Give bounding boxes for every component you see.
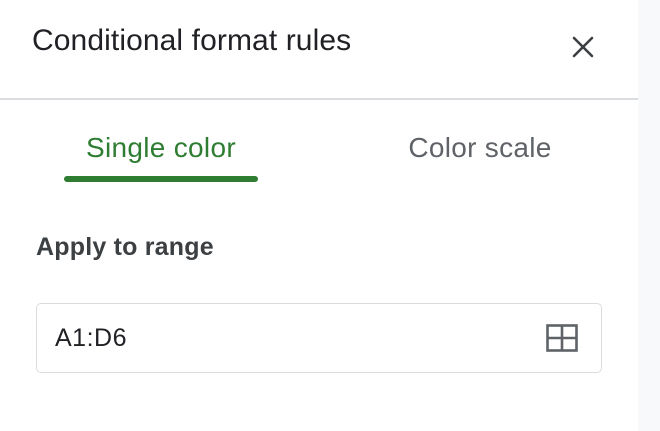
range-input[interactable]: A1:D6 [36, 303, 602, 373]
apply-to-range-label: Apply to range [36, 233, 214, 261]
range-value: A1:D6 [55, 324, 127, 352]
sheet-edge [638, 0, 660, 431]
select-range-button[interactable] [545, 322, 579, 354]
close-button[interactable] [564, 28, 602, 66]
panel-title: Conditional format rules [32, 24, 352, 57]
active-tab-indicator [64, 176, 258, 182]
conditional-format-panel: Conditional format rules Single color Co… [0, 0, 638, 431]
tab-bar: Single color Color scale [0, 102, 638, 184]
tab-single-color-label: Single color [86, 132, 236, 163]
tab-color-scale[interactable]: Color scale [380, 102, 580, 184]
close-icon [572, 36, 594, 58]
tab-color-scale-label: Color scale [408, 132, 552, 163]
grid-select-icon [546, 324, 578, 352]
tab-single-color[interactable]: Single color [62, 102, 260, 184]
panel-header: Conditional format rules [0, 0, 638, 100]
